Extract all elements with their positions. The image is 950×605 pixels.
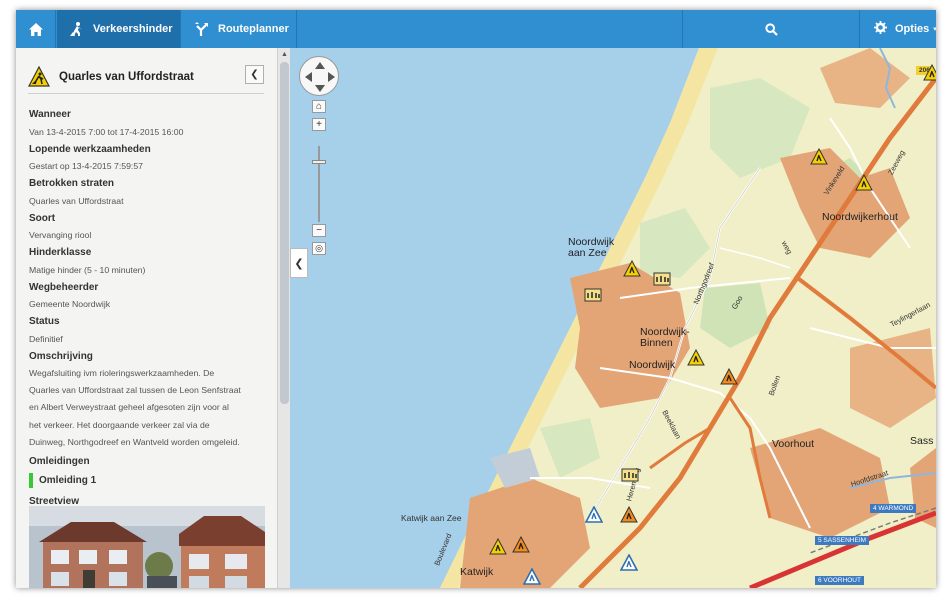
field-value-hinderklasse: Matige hinder (5 - 10 minuten) xyxy=(29,264,146,275)
zoom-out-button[interactable]: − xyxy=(312,224,326,237)
detour-marker[interactable] xyxy=(620,506,638,524)
place-label-noordwijk-aan-zee: Noordwijk aan Zee xyxy=(568,236,615,259)
map-view[interactable]: Noordwijk aan Zee Noordwijk- Binnen Noor… xyxy=(290,48,936,588)
pan-arrows-icon xyxy=(305,62,335,92)
place-label-voorhout: Voorhout xyxy=(772,438,815,450)
place-label-sass: Sass xyxy=(910,435,934,447)
roadwork-marker[interactable] xyxy=(623,260,641,278)
field-value-wanneer: Van 13-4-2015 7:00 tot 17-4-2015 16:00 xyxy=(29,126,184,137)
field-value-status: Definitief xyxy=(29,333,63,344)
chevron-left-icon: ❮ xyxy=(250,69,259,80)
road-sign-warmond: 4 WARMOND xyxy=(870,504,917,513)
field-label-wegbeheerder: Wegbeheerder xyxy=(29,281,99,293)
detour-marker[interactable] xyxy=(720,368,738,386)
description-text: Wegafsluiting ivm rioleringswerkzaamhede… xyxy=(29,365,265,451)
place-label-noordwijkerhout: Noordwijkerhout xyxy=(822,211,898,223)
options-menu-button[interactable]: Opties ▾ xyxy=(861,10,936,48)
search-icon xyxy=(764,22,778,36)
pan-control[interactable] xyxy=(299,56,339,96)
chevron-left-icon: ❮ xyxy=(294,257,304,270)
minus-icon: − xyxy=(316,224,322,236)
roadwork-marker[interactable] xyxy=(855,174,873,192)
zoom-slider-knob[interactable] xyxy=(312,160,326,164)
planned-work-marker[interactable] xyxy=(585,506,603,524)
description-line: Wegafsluiting ivm rioleringswerkzaamhede… xyxy=(29,368,215,378)
panel-scrollbar[interactable]: ▲ xyxy=(277,48,290,588)
event-marker[interactable] xyxy=(653,270,671,288)
event-marker[interactable] xyxy=(621,466,639,484)
planned-work-marker[interactable] xyxy=(620,554,638,572)
roadwork-marker[interactable] xyxy=(489,538,507,556)
description-line: Quarles van Uffordstraat zal tussen de L… xyxy=(29,385,241,396)
locate-icon: ◎ xyxy=(315,243,323,253)
close-panel-button[interactable]: ❮ xyxy=(245,65,264,84)
field-value-soort: Vervanging riool xyxy=(29,230,92,240)
field-label-status: Status xyxy=(29,316,60,327)
field-label-betrokken-straten: Betrokken straten xyxy=(29,178,115,189)
locate-button[interactable]: ◎ xyxy=(312,242,326,255)
top-navigation-bar: Verkeershinder Routeplanner Opties ▾ xyxy=(16,10,936,48)
zoom-in-button[interactable]: + xyxy=(312,118,326,131)
home-icon xyxy=(28,22,43,36)
field-label-omleidingen: Omleidingen xyxy=(29,456,90,468)
field-label-hinderklasse: Hinderklasse xyxy=(29,247,92,258)
planned-work-marker[interactable] xyxy=(523,568,541,586)
search-button[interactable] xyxy=(682,10,860,48)
field-label-soort: Soort xyxy=(29,212,56,224)
road-sign-sassenheim: 5 SASSENHEIM xyxy=(815,536,870,545)
map-canvas xyxy=(290,48,936,588)
streetview-image[interactable] xyxy=(29,506,265,588)
plus-icon: + xyxy=(316,118,322,130)
roadwork-marker[interactable] xyxy=(923,64,936,82)
place-label-noordwijk: Noordwijk xyxy=(629,359,676,371)
place-label-noordwijk-binnen: Noordwijk- Binnen xyxy=(640,326,690,349)
zoom-slider-track[interactable] xyxy=(318,146,320,222)
detour-color-marker xyxy=(29,473,33,489)
gear-icon xyxy=(874,21,887,37)
event-marker[interactable] xyxy=(584,286,602,304)
options-label: Opties xyxy=(895,23,930,35)
description-line: en Albert Verweystraat geheel afgesoten … xyxy=(29,402,229,413)
roadwork-icon xyxy=(69,21,85,37)
roadwork-marker[interactable] xyxy=(687,349,705,367)
tab-verkeershinder[interactable]: Verkeershinder xyxy=(57,10,181,48)
place-label-katwijk: Katwijk xyxy=(460,566,494,578)
field-value-lopende-werkzaamheden: Gestart op 13-4-2015 7:59:57 xyxy=(29,161,143,171)
home-button[interactable] xyxy=(16,10,56,48)
description-line: het verkeer. Het doorgaande verkeer zal … xyxy=(29,419,210,430)
roadwork-warning-icon xyxy=(28,65,50,87)
field-value-betrokken-straten: Quarles van Uffordstraat xyxy=(29,195,124,206)
description-line: Duinweg, Northgodreef en Wantveld worden… xyxy=(29,436,240,447)
place-label-katwijk-aan-zee: Katwijk aan Zee xyxy=(401,513,462,523)
roadwork-marker[interactable] xyxy=(810,148,828,166)
field-label-lopende-werkzaamheden: Lopende werkzaamheden xyxy=(29,143,151,155)
scrollbar-thumb[interactable] xyxy=(280,62,289,404)
field-label-wanneer: Wanneer xyxy=(29,109,71,120)
tab-routeplanner-label: Routeplanner xyxy=(218,23,289,35)
chevron-down-icon: ▾ xyxy=(933,26,936,33)
tab-routeplanner[interactable]: Routeplanner xyxy=(182,10,297,48)
field-value-wegbeheerder: Gemeente Noordwijk xyxy=(29,299,111,309)
zoom-home-button[interactable]: ⌂ xyxy=(312,100,326,113)
field-label-omschrijving: Omschrijving xyxy=(29,350,93,362)
incident-fields: Wanneer Van 13-4-2015 7:00 tot 17-4-2015… xyxy=(29,106,265,509)
panel-header: Quarles van Uffordstraat ❮ xyxy=(28,60,264,94)
home-icon: ⌂ xyxy=(315,100,323,112)
panel-title: Quarles van Uffordstraat xyxy=(59,70,194,83)
road-sign-voorhout: 6 VOORHOUT xyxy=(815,576,864,585)
collapse-panel-button[interactable]: ❮ xyxy=(290,248,308,278)
detour-item-label: Omleiding 1 xyxy=(39,475,97,487)
detour-item[interactable]: Omleiding 1 xyxy=(29,472,265,490)
detour-marker[interactable] xyxy=(512,536,530,554)
tab-verkeershinder-label: Verkeershinder xyxy=(93,23,173,35)
app-window: Verkeershinder Routeplanner Opties ▾ Qua… xyxy=(16,10,936,588)
incident-detail-panel: Quarles van Uffordstraat ❮ Wanneer Van 1… xyxy=(16,48,277,588)
route-icon xyxy=(194,21,210,37)
